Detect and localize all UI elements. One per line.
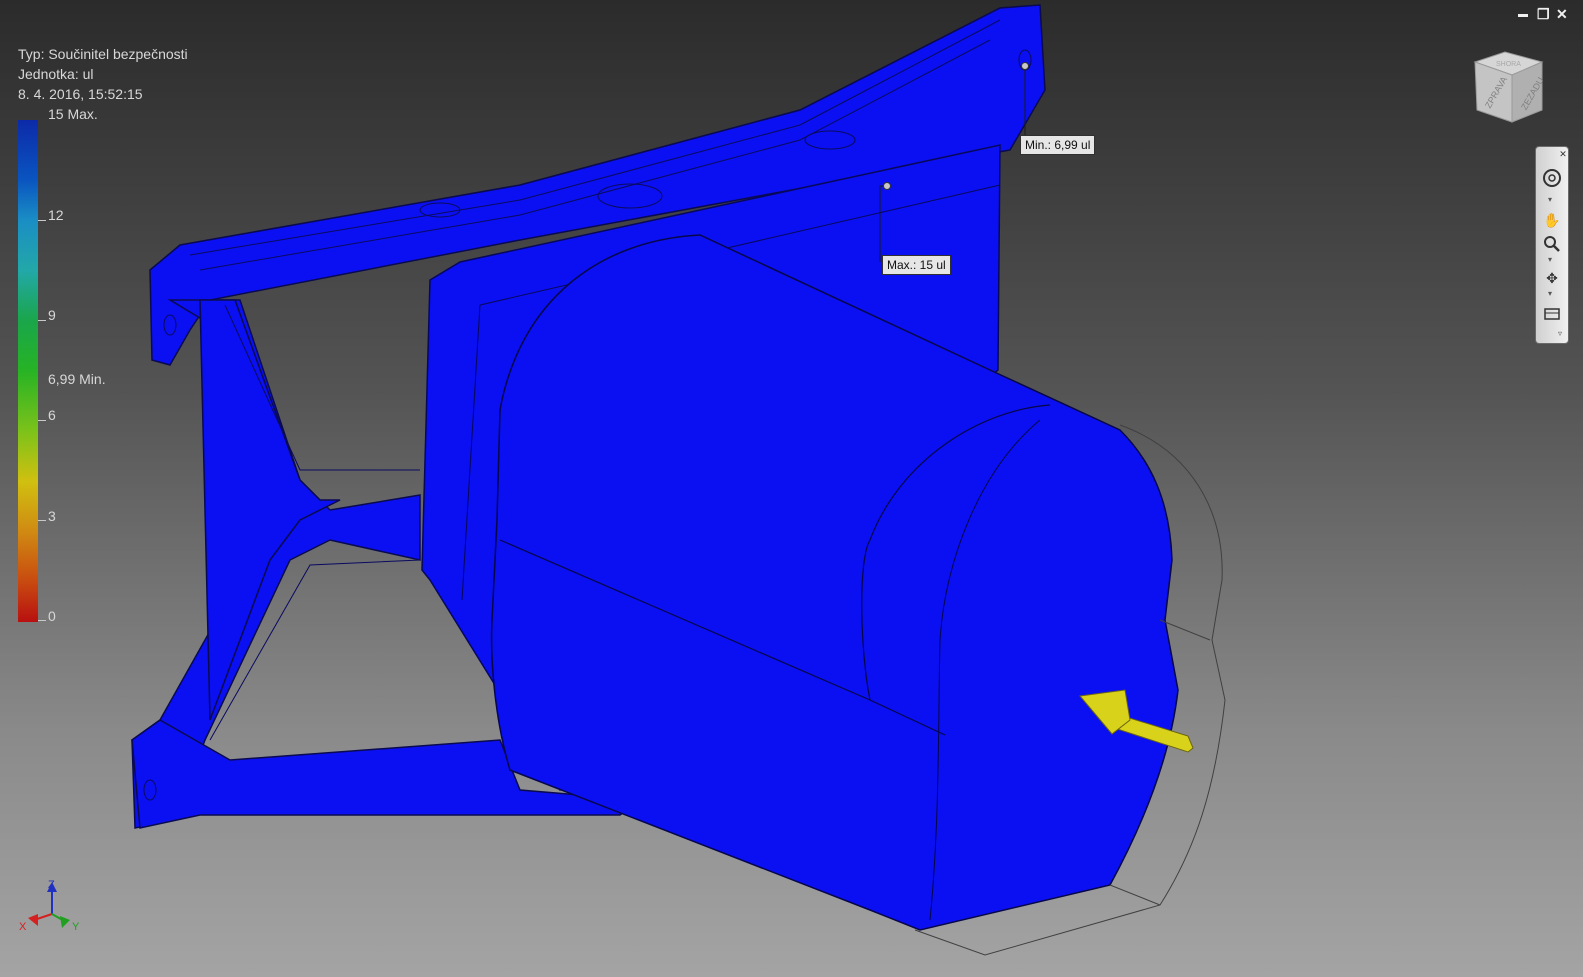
viewcube-face-top[interactable]: SHORA	[1496, 61, 1521, 68]
legend-max-label: 15 Max.	[48, 106, 98, 122]
steering-wheel-icon[interactable]	[1541, 167, 1563, 189]
axis-label-x: X	[19, 921, 27, 933]
color-legend-bar	[18, 120, 38, 622]
zoom-icon[interactable]	[1541, 233, 1563, 255]
legend-tick-label: 3	[48, 508, 56, 524]
model-viewport[interactable]: Z X Y ZPRAVA ZEZADU SHORA	[0, 0, 1583, 977]
axis-label-y: Y	[72, 921, 80, 933]
legend-tick-label: 9	[48, 307, 56, 323]
min-probe-label[interactable]: Min.: 6,99 ul	[1020, 135, 1096, 155]
axis-label-z: Z	[48, 879, 55, 891]
max-probe-label[interactable]: Max.: 15 ul	[882, 255, 951, 275]
minimize-button[interactable]: ▬	[1518, 9, 1528, 20]
customize-icon[interactable]: ▿	[1558, 330, 1566, 338]
motor-body	[490, 234, 1179, 931]
legend-tick-label: 12	[48, 207, 64, 223]
navbar-close-icon[interactable]: ✕	[1558, 149, 1568, 159]
orbit-icon[interactable]: ✥	[1541, 267, 1563, 289]
look-at-icon[interactable]	[1541, 302, 1563, 324]
min-probe-point	[1021, 62, 1029, 70]
legend-tick	[38, 420, 46, 421]
result-unit: Jednotka: ul	[18, 66, 94, 82]
max-probe-point	[883, 182, 891, 190]
close-button[interactable]: ✕	[1556, 6, 1568, 23]
pan-hand-icon[interactable]: ✋	[1541, 209, 1563, 231]
result-date: 8. 4. 2016, 15:52:15	[18, 86, 143, 102]
legend-tick	[38, 620, 46, 621]
legend-min-label: 6,99 Min.	[48, 371, 106, 387]
result-type: Typ: Součinitel bezpečnosti	[18, 46, 188, 62]
chevron-down-icon[interactable]: ▾	[1548, 196, 1556, 204]
legend-tick	[38, 220, 46, 221]
legend-tick-label: 0	[48, 608, 56, 624]
legend-tick-label: 6	[48, 407, 56, 423]
restore-button[interactable]: ❐	[1537, 6, 1550, 23]
chevron-down-icon[interactable]: ▾	[1548, 290, 1556, 298]
chevron-down-icon[interactable]: ▾	[1548, 256, 1556, 264]
legend-tick	[38, 520, 46, 521]
navigation-bar[interactable]: ✕ ▾ ✋ ▾ ✥ ▾ ▿	[1535, 146, 1569, 344]
result-info: Typ: Součinitel bezpečnosti Jednotka: ul…	[18, 44, 188, 104]
legend-tick	[38, 320, 46, 321]
